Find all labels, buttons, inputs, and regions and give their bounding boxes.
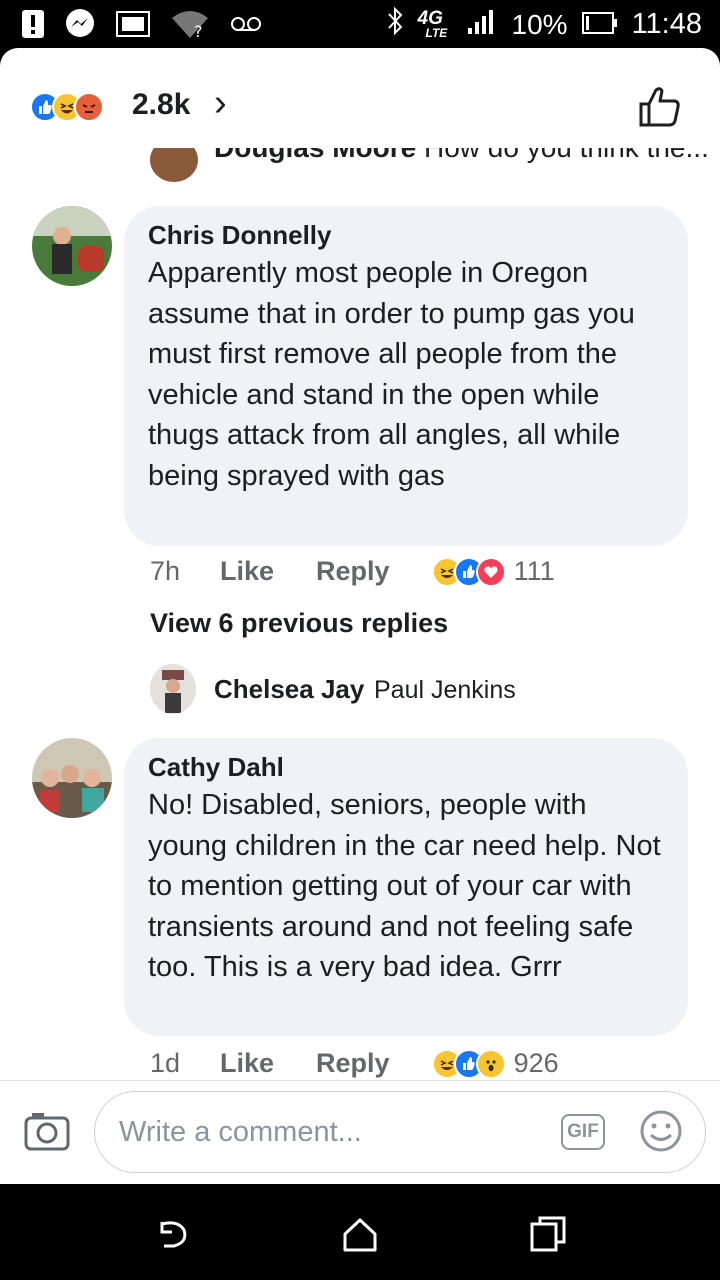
reactions-header[interactable]: 2.8k › — [0, 48, 720, 158]
comment-time: 7h — [150, 556, 181, 586]
bluetooth-icon — [386, 6, 404, 43]
messenger-icon — [64, 8, 96, 45]
comment-actions: 7h Like Reply 111 — [150, 556, 555, 587]
back-icon[interactable] — [154, 1214, 194, 1254]
status-bar: ? 4G LTE 10% 11:48 — [0, 0, 720, 48]
comment-text: How do you think the... — [424, 148, 709, 163]
system-nav-bar — [0, 1184, 720, 1280]
avatar — [150, 664, 196, 714]
comment-actions: 1d Like Reply 926 — [150, 1048, 559, 1079]
clock: 11:48 — [631, 8, 702, 40]
comment-author: Douglas Moore — [214, 148, 416, 163]
view-previous-replies-link[interactable]: View 6 previous replies — [150, 608, 448, 639]
comment-input[interactable] — [117, 1110, 521, 1154]
image-icon — [116, 11, 150, 42]
chevron-right-icon[interactable]: › — [214, 82, 227, 125]
comment-composer: GIF — [0, 1080, 720, 1184]
comment-text: Apparently most people in Oregon assume … — [148, 257, 635, 492]
avatar[interactable] — [32, 206, 112, 286]
love-icon — [475, 556, 506, 587]
battery-icon — [581, 9, 618, 41]
signal-icon — [467, 8, 498, 41]
reply-button[interactable]: Reply — [316, 1048, 390, 1079]
angry-icon — [74, 92, 104, 122]
emoji-icon[interactable] — [639, 1109, 683, 1153]
reply-button[interactable]: Reply — [316, 556, 390, 587]
home-icon[interactable] — [340, 1214, 380, 1254]
reply-author[interactable]: Chelsea Jay — [214, 674, 364, 705]
comments-sheet: 2.8k › Douglas Moore How do you think th… — [0, 48, 720, 1184]
comment-time: 1d — [150, 1048, 181, 1078]
reaction-count[interactable]: 926 — [514, 1048, 559, 1079]
gif-button[interactable]: GIF — [561, 1114, 605, 1150]
avatar[interactable] — [32, 738, 112, 818]
camera-icon[interactable] — [24, 1111, 70, 1151]
wow-icon — [475, 1048, 506, 1079]
recent-apps-icon[interactable] — [528, 1214, 568, 1254]
reply-tagged-user[interactable]: Paul Jenkins — [374, 676, 516, 705]
avatar — [150, 148, 198, 182]
voicemail-icon — [230, 15, 262, 38]
comment-reactions[interactable] — [431, 556, 506, 587]
reaction-count[interactable]: 111 — [514, 556, 555, 587]
comment-author[interactable]: Cathy Dahl — [148, 752, 664, 783]
battery-percent: 10% — [511, 8, 568, 40]
wifi-unknown-icon: ? — [170, 10, 210, 43]
comment-bubble[interactable]: Chris Donnelly Apparently most people in… — [124, 206, 688, 546]
comment-author[interactable]: Chris Donnelly — [148, 220, 664, 251]
partial-comment: Douglas Moore How do you think the... — [0, 148, 720, 184]
like-button[interactable]: Like — [220, 556, 274, 587]
thumbs-up-icon — [639, 87, 680, 127]
like-post-button[interactable] — [638, 84, 682, 128]
comment-reactions[interactable] — [431, 1048, 506, 1079]
comment-text: No! Disabled, seniors, people with young… — [148, 789, 661, 983]
comment-input-wrapper[interactable]: GIF — [94, 1091, 706, 1173]
reaction-summary[interactable] — [30, 92, 104, 122]
network-subtype: LTE — [425, 25, 448, 40]
lte-icon: 4G LTE — [418, 8, 454, 40]
comment-bubble[interactable]: Cathy Dahl No! Disabled, seniors, people… — [124, 738, 688, 1036]
svg-text:?: ? — [194, 22, 203, 38]
alert-icon — [22, 10, 44, 43]
like-button[interactable]: Like — [220, 1048, 274, 1079]
reaction-count[interactable]: 2.8k — [132, 88, 190, 122]
